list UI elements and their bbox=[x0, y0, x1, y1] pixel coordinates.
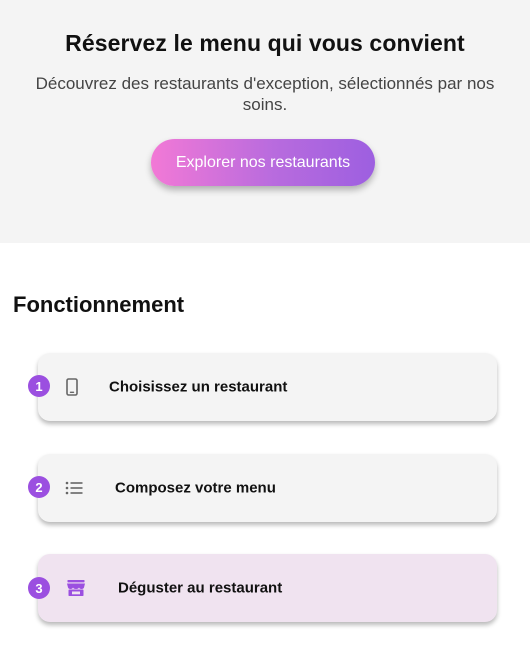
step-label: Choisissez un restaurant bbox=[109, 378, 288, 396]
hero-title: Réservez le menu qui vous convient bbox=[65, 30, 465, 56]
step-card-enjoy-restaurant[interactable]: Déguster au restaurant bbox=[38, 554, 497, 622]
hero-section: Réservez le menu qui vous convient Décou… bbox=[0, 0, 530, 243]
list-icon bbox=[64, 478, 84, 498]
smartphone-icon bbox=[62, 377, 82, 397]
explore-restaurants-button[interactable]: Explorer nos restaurants bbox=[151, 139, 375, 186]
step-number-badge: 3 bbox=[28, 577, 50, 599]
step-number-badge: 2 bbox=[28, 476, 50, 498]
storefront-icon bbox=[66, 578, 86, 598]
section-title: Fonctionnement bbox=[13, 292, 185, 317]
step-label: Composez votre menu bbox=[115, 479, 276, 497]
step-card-choose-restaurant[interactable]: Choisissez un restaurant bbox=[38, 353, 497, 421]
step-card-compose-menu[interactable]: Composez votre menu bbox=[38, 454, 497, 522]
step-number-badge: 1 bbox=[28, 375, 50, 397]
step-label: Déguster au restaurant bbox=[118, 579, 283, 597]
hero-subtitle: Découvrez des restaurants d'exception, s… bbox=[35, 74, 495, 114]
